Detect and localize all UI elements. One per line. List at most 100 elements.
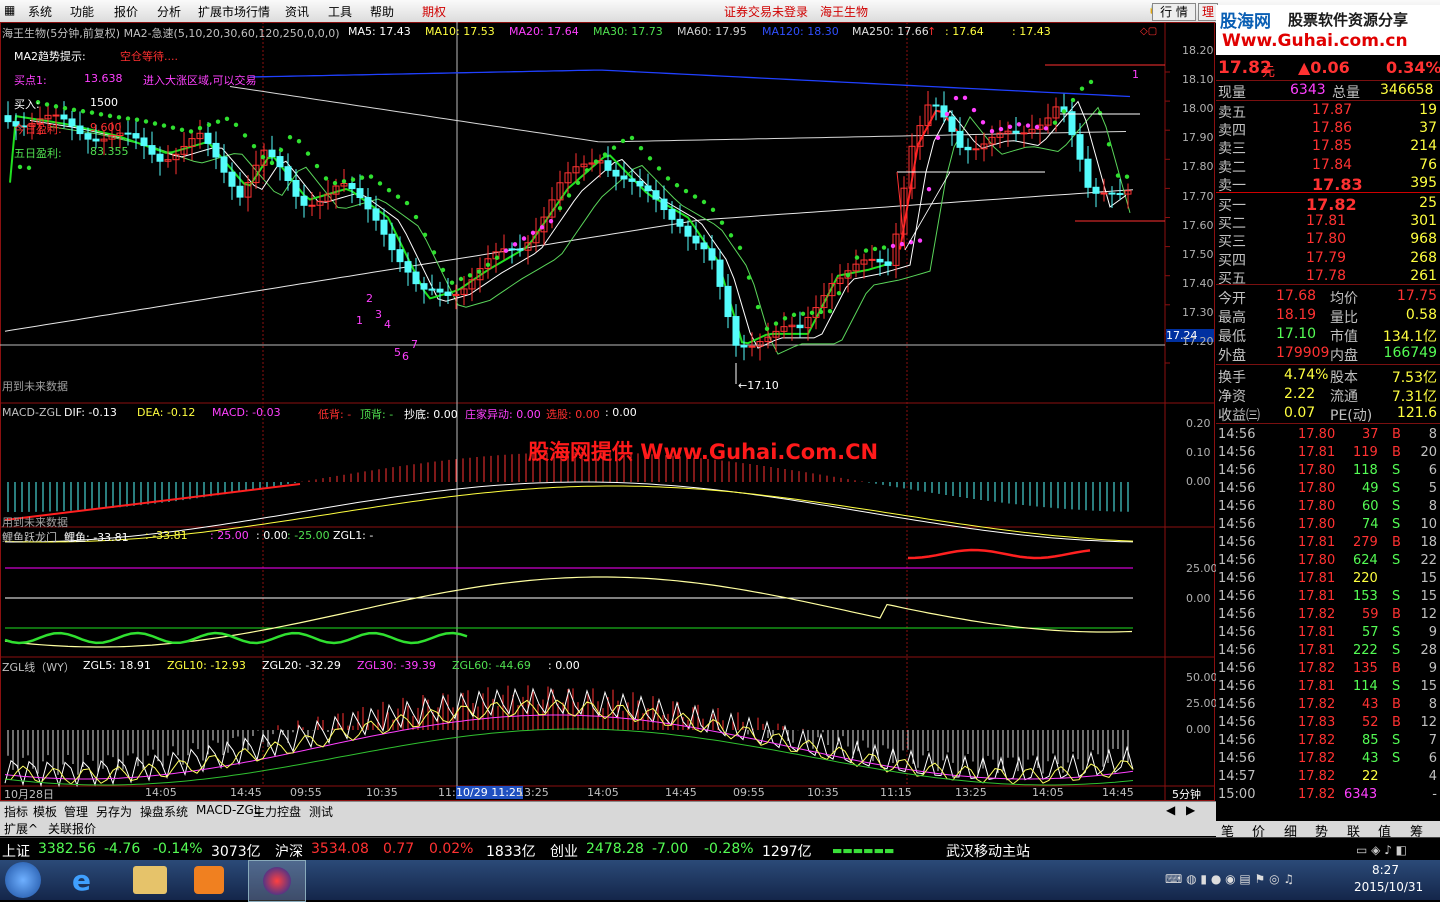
hs-index-label[interactable]: 沪深 bbox=[275, 841, 303, 861]
candle-body bbox=[444, 291, 452, 296]
tick-row[interactable]: 14:56 17.81 222 S 28 bbox=[1216, 642, 1440, 660]
menu-help[interactable]: 帮助 bbox=[370, 3, 394, 20]
tab-manage[interactable]: 管理 bbox=[64, 803, 88, 820]
tick-row[interactable]: 14:56 17.80 60 S 8 bbox=[1216, 498, 1440, 516]
cy-index-label[interactable]: 创业 bbox=[550, 841, 578, 861]
bid-row[interactable]: 买一 17.82 25 bbox=[1216, 194, 1440, 214]
buy-line-label: 买点1: bbox=[14, 74, 47, 87]
stat-row[interactable]: 最高 18.19 量比 0.58 bbox=[1216, 306, 1440, 326]
tick-row[interactable]: 14:56 17.81 220 15 bbox=[1216, 570, 1440, 588]
menu-analysis[interactable]: 分析 bbox=[157, 3, 181, 20]
tick-row[interactable]: 14:56 17.81 57 S 9 bbox=[1216, 624, 1440, 642]
bid-row[interactable]: 买三 17.80 968 bbox=[1216, 230, 1440, 250]
tick-count: 6 bbox=[1428, 463, 1437, 478]
trend-dot bbox=[467, 273, 473, 278]
tick-row[interactable]: 14:56 17.81 119 B 20 bbox=[1216, 444, 1440, 462]
tick-side: B bbox=[1392, 427, 1401, 442]
menu-function[interactable]: 功能 bbox=[70, 3, 94, 20]
clock-date[interactable]: 2015/10/31 bbox=[1354, 880, 1423, 894]
tick-row[interactable]: 14:56 17.82 43 S 6 bbox=[1216, 750, 1440, 768]
tab-indicator[interactable]: 指标 bbox=[4, 803, 28, 820]
stat-row[interactable]: 外盘 179909 内盘 166749 bbox=[1216, 344, 1440, 364]
tick-row[interactable]: 14:56 17.81 153 S 15 bbox=[1216, 588, 1440, 606]
tab-save-as[interactable]: 另存为 bbox=[96, 803, 132, 820]
tray-icons[interactable]: ⌨ ◍ ▮ ● ◉ ▤ ⚑ ◎ ♫ bbox=[1165, 872, 1294, 886]
tab-extend[interactable]: 扩展^ bbox=[4, 820, 38, 837]
trade-button[interactable]: 理 bbox=[1198, 3, 1218, 21]
stat-row[interactable]: 换手 4.74% 股本 7.53亿 bbox=[1216, 366, 1440, 386]
tick-row[interactable]: 14:56 17.80 49 S 5 bbox=[1216, 480, 1440, 498]
status-icons[interactable]: ▭ ◈ ♪ ◧ bbox=[1356, 843, 1407, 857]
login-status[interactable]: 证券交易未登录 bbox=[724, 3, 808, 20]
tab-trading-system[interactable]: 操盘系统 bbox=[140, 803, 188, 820]
tick-row[interactable]: 14:56 17.82 59 B 12 bbox=[1216, 606, 1440, 624]
tick-row[interactable]: 14:56 17.80 37 B 8 bbox=[1216, 426, 1440, 444]
menu-tools[interactable]: 工具 bbox=[328, 3, 352, 20]
ask-row[interactable]: 卖五 17.87 19 bbox=[1216, 101, 1440, 121]
media-player-icon[interactable] bbox=[194, 866, 224, 894]
tick-price: 17.80 bbox=[1298, 553, 1336, 568]
stat-row[interactable]: 今开 17.68 均价 17.75 bbox=[1216, 287, 1440, 307]
ask-volume: 214 bbox=[1410, 138, 1437, 155]
bid-row[interactable]: 买四 17.79 268 bbox=[1216, 249, 1440, 269]
tab-template[interactable]: 模板 bbox=[33, 803, 57, 820]
tick-price: 17.82 bbox=[1298, 751, 1336, 766]
bid-row[interactable]: 买五 17.78 261 bbox=[1216, 267, 1440, 287]
buy-value: 1500 bbox=[90, 96, 118, 109]
panel-toggle-icon[interactable]: ◇▢ bbox=[1140, 26, 1157, 37]
macd-select: 选股: 0.00 bbox=[546, 408, 600, 421]
menu-extended-market[interactable]: 扩展市场行情 bbox=[198, 3, 270, 20]
trend-dot bbox=[1007, 124, 1013, 129]
tick-row[interactable]: 14:56 17.83 52 B 12 bbox=[1216, 714, 1440, 732]
ask-row[interactable]: 卖三 17.85 214 bbox=[1216, 137, 1440, 157]
tick-row[interactable]: 14:56 17.82 43 B 8 bbox=[1216, 696, 1440, 714]
tick-row[interactable]: 14:56 17.81 279 B 18 bbox=[1216, 534, 1440, 552]
period-label[interactable]: 5分钟 bbox=[1172, 786, 1201, 802]
server-name[interactable]: 武汉移动主站 bbox=[946, 841, 1030, 861]
tab-main-control[interactable]: 主力控盘 bbox=[253, 803, 301, 820]
tick-row[interactable]: 14:56 17.81 114 S 15 bbox=[1216, 678, 1440, 696]
system-icon[interactable]: ▦ bbox=[4, 3, 15, 17]
stat-row[interactable]: 最低 17.10 市值 134.1亿 bbox=[1216, 325, 1440, 345]
trend-dot bbox=[926, 186, 932, 192]
trend-dot bbox=[296, 139, 302, 144]
start-button[interactable] bbox=[5, 862, 41, 898]
tick-row[interactable]: 14:56 17.80 74 S 10 bbox=[1216, 516, 1440, 534]
ask-row[interactable]: 卖一 17.83 395 bbox=[1216, 174, 1440, 194]
menu-news[interactable]: 资讯 bbox=[285, 3, 309, 20]
tick-row[interactable]: 14:56 17.82 85 S 7 bbox=[1216, 732, 1440, 750]
tick-side: S bbox=[1392, 589, 1401, 604]
quote-button[interactable]: 行 情 bbox=[1152, 3, 1196, 21]
nav-next-icon[interactable]: ▶ bbox=[1186, 803, 1195, 817]
today-profit-value: 9.600 bbox=[90, 121, 122, 134]
tab-related-quote[interactable]: 关联报价 bbox=[48, 820, 96, 837]
trend-dot bbox=[287, 135, 293, 140]
trend-dot bbox=[1070, 97, 1076, 103]
nav-prev-icon[interactable]: ◀ bbox=[1166, 803, 1175, 817]
ask-row[interactable]: 卖四 17.86 37 bbox=[1216, 119, 1440, 139]
menu-quote[interactable]: 报价 bbox=[114, 3, 138, 20]
stock-app-taskbar-button[interactable] bbox=[248, 860, 306, 902]
ie-icon[interactable]: e bbox=[72, 864, 108, 897]
explorer-icon[interactable] bbox=[133, 866, 167, 894]
tick-row[interactable]: 15:00 17.82 6343 - bbox=[1216, 786, 1440, 804]
stat-row[interactable]: 净资 2.22 流通 7.31亿 bbox=[1216, 385, 1440, 405]
sh-index-label[interactable]: 上证 bbox=[2, 841, 30, 861]
menu-system[interactable]: 系统 bbox=[28, 3, 52, 20]
clock-time[interactable]: 8:27 bbox=[1372, 863, 1399, 877]
tab-macd-zgl[interactable]: MACD-ZGL bbox=[196, 803, 261, 817]
tick-row[interactable]: 14:56 17.80 118 S 6 bbox=[1216, 462, 1440, 480]
tab-test[interactable]: 测试 bbox=[309, 803, 333, 820]
candle-body bbox=[668, 209, 676, 220]
tick-row[interactable]: 14:56 17.80 624 S 22 bbox=[1216, 552, 1440, 570]
tick-row[interactable]: 14:56 17.82 135 B 9 bbox=[1216, 660, 1440, 678]
menu-options[interactable]: 期权 bbox=[422, 3, 446, 20]
tick-price: 17.83 bbox=[1298, 715, 1336, 730]
candle-body bbox=[956, 130, 964, 148]
bid-row[interactable]: 买二 17.81 301 bbox=[1216, 212, 1440, 232]
tick-row[interactable]: 14:57 17.82 22 4 bbox=[1216, 768, 1440, 786]
tick-count: - bbox=[1432, 787, 1437, 802]
stat-row[interactable]: 收益㈢ 0.07 PE(动) 121.6 bbox=[1216, 404, 1440, 424]
extension-tabs: 扩展^ 关联报价 bbox=[0, 819, 1216, 836]
ask-row[interactable]: 卖二 17.84 76 bbox=[1216, 156, 1440, 176]
